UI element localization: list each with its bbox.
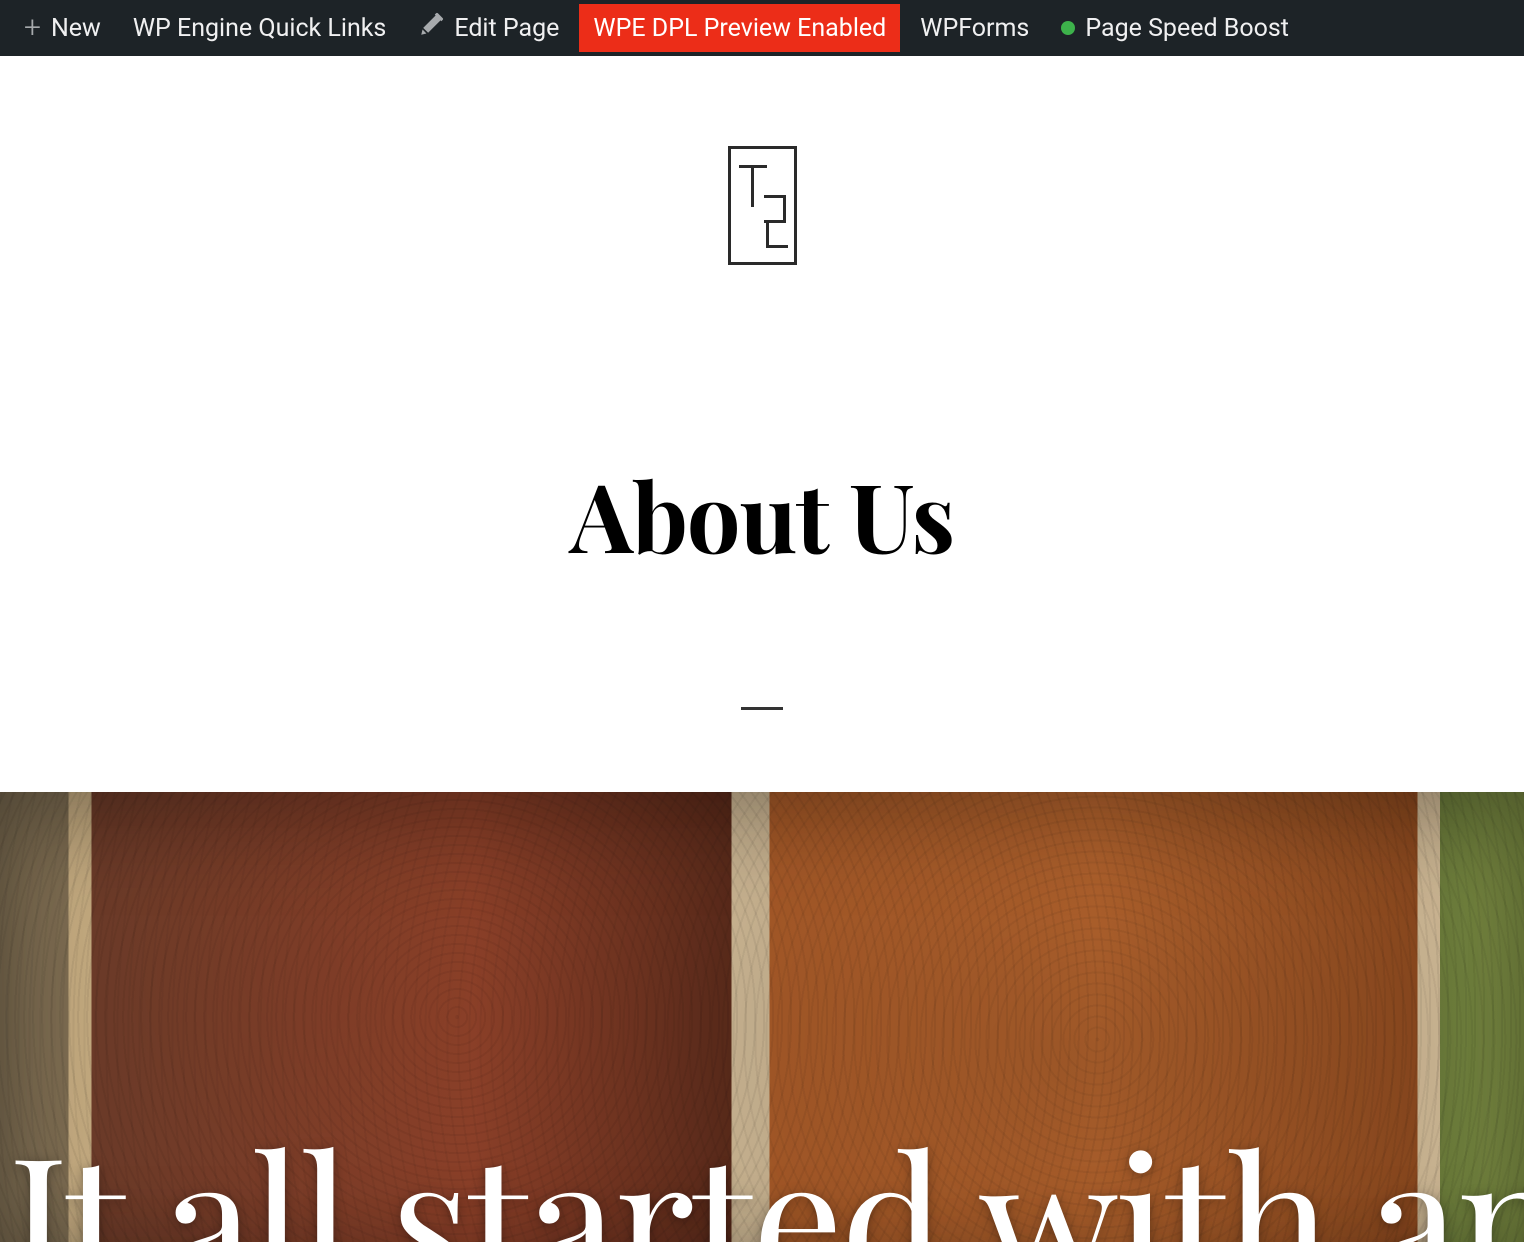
page-content: About Us It all started with an [0,56,1524,1242]
admin-wpforms[interactable]: WPForms [904,0,1045,56]
page-title: About Us [0,450,1524,577]
pencil-icon [418,12,444,45]
hero-image: It all started with an [0,792,1524,1242]
site-logo-wrap [0,56,1524,265]
status-dot-icon [1061,21,1075,35]
admin-wpengine-quicklinks[interactable]: WP Engine Quick Links [117,0,403,56]
hero-heading: It all started with an [0,1124,1524,1242]
admin-page-speed-boost[interactable]: Page Speed Boost [1045,0,1305,56]
admin-edit-page[interactable]: Edit Page [402,0,575,56]
admin-new-menu[interactable]: + New [8,0,117,56]
admin-wpengine-label: WP Engine Quick Links [133,14,387,43]
plus-icon: + [24,13,41,43]
site-logo[interactable] [728,146,797,265]
admin-new-label: New [51,14,101,43]
admin-wpforms-label: WPForms [920,14,1029,43]
admin-dpl-preview-label: WPE DPL Preview Enabled [593,14,886,43]
wp-admin-bar: + New WP Engine Quick Links Edit Page WP… [0,0,1524,56]
title-divider [741,707,783,710]
admin-edit-page-label: Edit Page [454,14,559,43]
admin-dpl-preview[interactable]: WPE DPL Preview Enabled [579,4,900,52]
admin-page-speed-label: Page Speed Boost [1085,14,1289,43]
